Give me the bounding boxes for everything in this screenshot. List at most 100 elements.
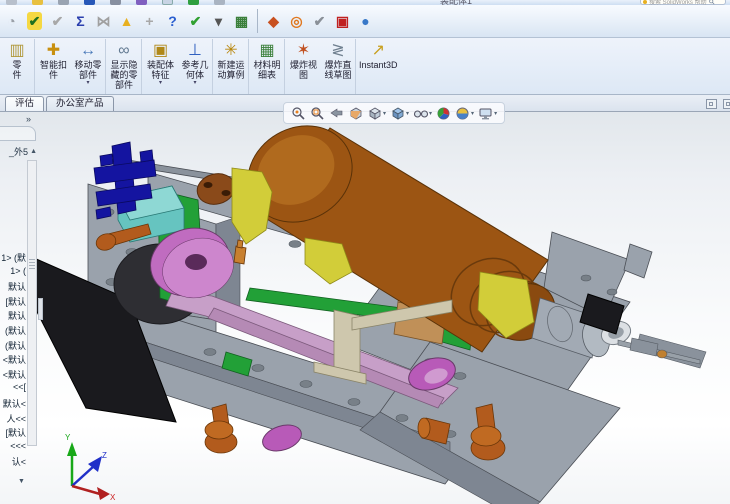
display-pane-icon-clipped[interactable] — [723, 99, 730, 109]
ribbon-button-label: 参考几 何体 — [181, 60, 209, 80]
tree-item-fragment[interactable]: [默认 — [0, 426, 26, 441]
tree-item-fragment[interactable]: [默认 — [0, 295, 26, 310]
view-orientation-icon[interactable] — [366, 105, 383, 121]
display-style-icon[interactable] — [389, 105, 406, 121]
x-axis-label: X — [110, 493, 116, 500]
ribbon-button-label: Instant3D — [359, 60, 398, 70]
orientation-triad: Y Z X — [65, 433, 116, 500]
tree-item-fragment[interactable]: 默认 — [0, 280, 26, 295]
ribbon-button-label: 移动零 部件 — [74, 60, 102, 80]
chevron-down-icon: ▾ — [193, 80, 197, 86]
edit-appearance-icon[interactable] — [435, 105, 452, 121]
check-active-document-icon[interactable]: ✔ — [46, 9, 69, 33]
simulation-icon[interactable]: ◎ — [285, 9, 308, 33]
insert-component-partial[interactable]: ▥ 零 件 — [0, 39, 35, 94]
chevron-down-icon[interactable]: ▾ — [429, 110, 432, 117]
zoom-to-fit-icon[interactable] — [290, 105, 307, 121]
tree-item-fragment[interactable]: 1> (默 — [0, 251, 26, 266]
tree-item-fragment[interactable]: (默认 — [0, 339, 26, 354]
scrollbar-grip[interactable] — [29, 259, 35, 271]
scroll-up-arrow[interactable]: ▲ — [30, 148, 37, 155]
ribbon-button-icon: ✶ — [296, 42, 311, 59]
display-pane-icon[interactable] — [706, 99, 717, 109]
y-axis-label: Y — [65, 433, 71, 442]
equations-icon[interactable]: Σ — [69, 9, 92, 33]
needle-pin[interactable] — [617, 333, 707, 369]
view-settings-icon[interactable] — [477, 105, 494, 121]
tree-item-fragment[interactable]: 人<< — [0, 412, 26, 427]
chevron-down-icon[interactable]: ▾ — [494, 110, 497, 117]
measure-icon[interactable]: ⋈ — [92, 9, 115, 33]
ribbon-button-icon: ▦ — [259, 42, 275, 59]
chevron-down-icon[interactable]: ▾ — [383, 110, 386, 117]
toolbar-separator — [257, 9, 258, 33]
edrawings-icon[interactable]: ✔ — [308, 9, 331, 33]
ribbon-button-icon: ⊥ — [188, 42, 202, 59]
explode-line-sketch[interactable]: ≷ 爆炸直 线草图 — [321, 39, 356, 94]
import-diagnostics-icon[interactable]: ? — [161, 9, 184, 33]
show-hidden-components[interactable]: ∞ 显示隐 藏的零 部件 — [107, 39, 142, 94]
apply-scene-icon[interactable] — [454, 105, 471, 121]
photoview-icon[interactable]: ◆ — [262, 9, 285, 33]
command-tab[interactable]: 评估 — [5, 96, 45, 111]
mate-diagnostics-icon[interactable]: ✔ — [184, 9, 207, 33]
solidworks-window: 装配体1 搜索 SolidWorks 帮助 ◔ ✔ ✔ Σ ⋈ ▲ + ? ✔ … — [0, 0, 730, 504]
ribbon-button-icon: ≷ — [331, 42, 345, 59]
ribbon-button-label: 爆炸直 线草图 — [324, 60, 352, 80]
x-axis-arrow — [97, 487, 110, 500]
tree-item-fragment[interactable]: <默认 — [0, 368, 26, 383]
instant3d[interactable]: ↗ Instant3D — [357, 39, 400, 94]
search-icon — [708, 0, 715, 5]
panel-splitter[interactable] — [38, 298, 43, 320]
collapse-chevron[interactable]: » — [26, 114, 31, 124]
tree-item-fragment[interactable]: 1> ( — [0, 266, 26, 281]
ribbon-button-label: 智能扣 件 — [39, 60, 67, 80]
assembly-features[interactable]: ▣ 装配体 特征 ▾ — [143, 39, 178, 94]
tree-item-fragment[interactable]: 默认< — [0, 397, 26, 412]
new-motion-study[interactable]: ✳ 新建运 动算例 — [214, 39, 249, 94]
zoom-to-area-icon[interactable] — [309, 105, 326, 121]
tree-item-fragment[interactable]: (默认 — [0, 324, 26, 339]
tree-header: _外5 ▲ — [0, 145, 37, 158]
z-axis-label: Z — [102, 451, 107, 460]
reference-geometry[interactable]: ⊥ 参考几 何体 ▾ — [178, 39, 213, 94]
align-icon[interactable]: + — [138, 9, 161, 33]
chevron-down-icon[interactable]: ▾ — [471, 110, 474, 117]
task-scheduler-icon[interactable]: ◔ — [0, 9, 23, 33]
bill-of-materials[interactable]: ▦ 材料明 细表 — [250, 39, 285, 94]
tree-panel-corner — [0, 126, 36, 141]
design-table-icon[interactable]: ▦ — [230, 9, 253, 33]
chevron-down-icon: ▾ — [158, 80, 162, 86]
main-toolbar: ◔ ✔ ✔ Σ ⋈ ▲ + ? ✔ ▾ ▦ ◆ ◎ ✔ ▣ ● — [0, 5, 730, 38]
chevron-down-icon[interactable]: ▾ — [406, 110, 409, 117]
ribbon-button-label: 爆炸视 图 — [289, 60, 317, 80]
design-checker-icon[interactable]: ✔ — [23, 9, 46, 33]
tree-item-fragment[interactable]: <<[ — [0, 382, 26, 397]
tree-item-fragment[interactable]: <默认 — [0, 353, 26, 368]
ribbon-button-label: 新建运 动算例 — [217, 60, 245, 80]
tree-item-fragment[interactable]: <<< — [0, 441, 26, 456]
heads-up-view-toolbar: ▾ ▾ ▾ ▾ ▾ — [283, 102, 506, 124]
command-manager-ribbon: ▥ 零 件 ✚ 智能扣 件 ↔ 移动零 部件 ▾ ∞ 显示隐 藏的零 部件 ▣ … — [0, 38, 730, 95]
mate-diagnostics-dropdown[interactable]: ▾ — [207, 9, 230, 33]
tree-header-fragment: _外5 — [9, 147, 29, 157]
tree-item-fragment[interactable]: 默认 — [0, 309, 26, 324]
interference-detection-icon[interactable]: ▲ — [115, 9, 138, 33]
ribbon-button-label: 材料明 细表 — [253, 60, 281, 80]
section-view-icon[interactable] — [347, 105, 364, 121]
exploded-view[interactable]: ✶ 爆炸视 图 — [286, 39, 321, 94]
ribbon-button-label: 零 件 — [12, 60, 22, 80]
command-tab[interactable]: 办公室产品 — [46, 96, 114, 111]
previous-view-icon[interactable] — [328, 105, 345, 121]
toolbox-icon[interactable]: ▣ — [331, 9, 354, 33]
move-component[interactable]: ↔ 移动零 部件 ▾ — [71, 39, 106, 94]
ribbon-button-icon: ∞ — [118, 42, 130, 59]
graphics-area[interactable]: ▾ ▾ ▾ ▾ ▾ » _外5 ▲ 1> (默 1> (默认 [默认 默认 (… — [0, 102, 730, 504]
tree-scrollbar[interactable] — [27, 160, 37, 446]
ribbon-button-icon: ▣ — [152, 42, 169, 59]
hide-show-items-icon[interactable] — [412, 105, 429, 121]
scroll-down-arrow[interactable]: ▼ — [18, 478, 25, 485]
tree-item-fragment[interactable]: 认< — [0, 455, 26, 470]
content-sphere-icon[interactable]: ● — [354, 9, 377, 33]
smart-fasteners[interactable]: ✚ 智能扣 件 — [36, 39, 71, 94]
